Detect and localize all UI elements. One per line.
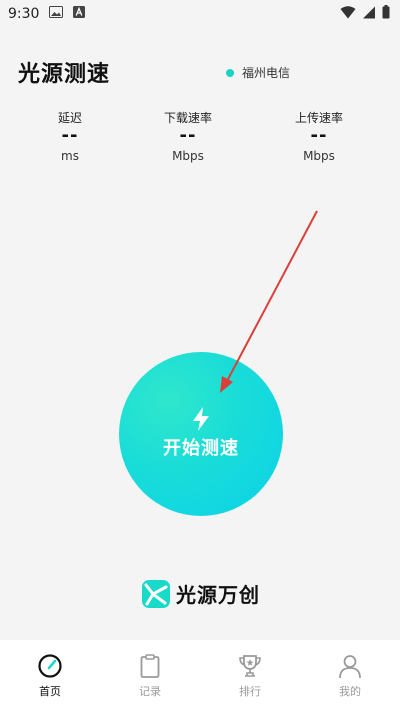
trophy-icon [239,654,261,677]
nav-item-home[interactable]: 首页 [0,640,100,711]
nav-label-profile: 我的 [339,684,361,698]
gallery-icon [49,6,64,22]
metric-value: -- [310,125,328,146]
brand-name: 光源万创 [176,583,260,607]
header: 光源测速 福州电信 [18,56,382,88]
clock: 9:30 [8,6,40,22]
page-title: 光源测速 [18,62,111,87]
speedometer-icon [38,653,62,678]
isp-status-dot [226,68,234,77]
metric-label: 延迟 [57,111,82,125]
metric-value: -- [179,125,197,146]
metric-latency: 延迟 -- ms [10,110,130,164]
start-test-button[interactable]: 开始测速 [119,352,283,516]
profile-icon [339,654,361,678]
isp-name: 福州电信 [242,66,291,80]
nav-label-ranking: 排行 [239,684,261,698]
nav-item-records[interactable]: 记录 [100,640,200,711]
signal-icon [362,6,376,23]
metric-unit: Mbps [172,149,204,163]
metric-upload: 上传速率 -- Mbps [259,110,379,164]
nav-label-records: 记录 [139,684,161,698]
bottom-nav: 首页 记录 排行 我的 [0,640,400,711]
metric-unit: ms [61,149,79,163]
nav-label-home: 首页 [39,684,61,698]
wifi-icon [340,5,356,23]
notification-a-icon [73,6,86,22]
metric-label: 下载速率 [163,111,212,125]
brand-logo: 光源万创 [142,579,260,608]
nav-item-ranking[interactable]: 排行 [200,640,300,711]
metric-label: 上传速率 [294,111,343,125]
metric-value: -- [61,125,79,146]
isp-indicator: 福州电信 [226,64,290,81]
lightning-icon [193,407,209,431]
clipboard-icon [140,653,160,678]
status-bar: 9:30 [0,0,400,28]
battery-icon [382,5,390,23]
metric-unit: Mbps [303,149,335,163]
metrics-panel: 延迟 -- ms 下载速率 -- Mbps 上传速率 -- Mbps [0,110,400,170]
start-test-label: 开始测速 [163,438,239,459]
metric-download: 下载速率 -- Mbps [128,110,248,164]
brand-mark-icon [142,579,170,608]
nav-item-profile[interactable]: 我的 [300,640,400,711]
